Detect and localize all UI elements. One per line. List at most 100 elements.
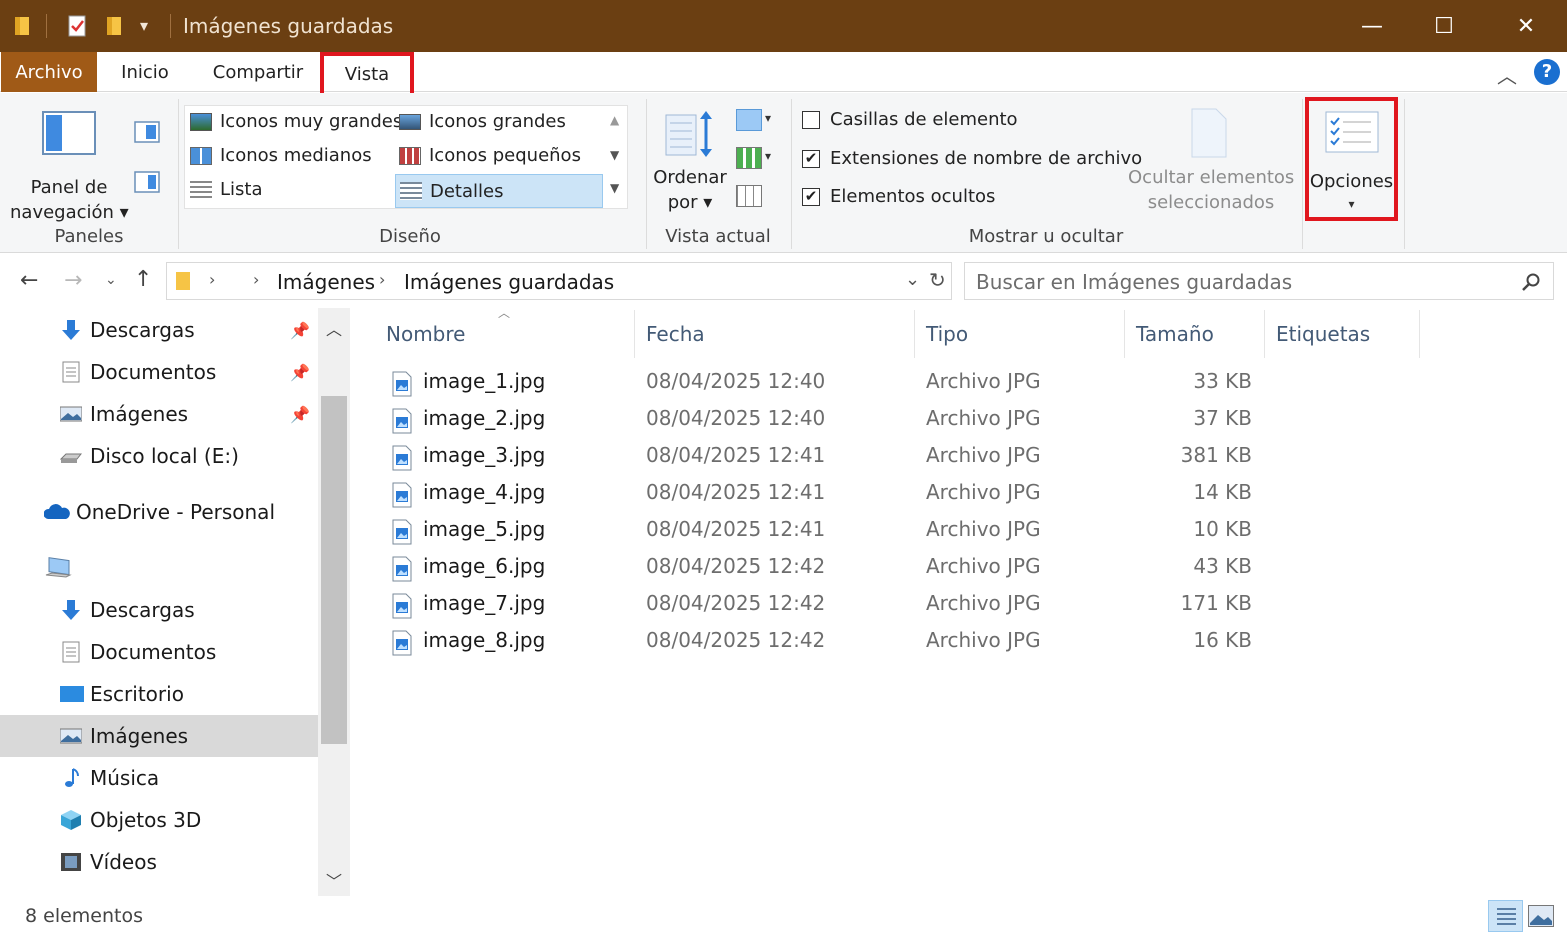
- minimize-button[interactable]: —: [1336, 0, 1408, 52]
- table-row[interactable]: image_5.jpg 08/04/2025 12:41 Archivo JPG 10…: [376, 517, 1276, 554]
- table-row[interactable]: image_1.jpg 08/04/2025 12:40 Archivo JPG 33…: [376, 369, 1276, 406]
- table-row[interactable]: image_7.jpg 08/04/2025 12:42 Archivo JPG 17…: [376, 591, 1276, 628]
- maximize-button[interactable]: ☐: [1408, 0, 1480, 52]
- recent-locations-dropdown[interactable]: ⌄: [105, 272, 117, 288]
- properties-icon[interactable]: [66, 14, 88, 38]
- address-bar[interactable]: › › Imágenes › Imágenes guardadas ⌄ ↻: [166, 262, 952, 300]
- refresh-icon[interactable]: ↻: [929, 268, 946, 292]
- sort-by-button[interactable]: Ordenar por ▾: [652, 105, 728, 220]
- ribbon-body: Panel de navegación ▾ Paneles Iconos muy…: [0, 93, 1567, 253]
- details-view-button[interactable]: [1488, 900, 1523, 932]
- hide-selected-button[interactable]: Ocultar elementos seleccionados: [1128, 105, 1294, 220]
- group-by-icon[interactable]: [736, 109, 762, 131]
- table-row[interactable]: image_4.jpg 08/04/2025 12:41 Archivo JPG 14…: [376, 480, 1276, 517]
- layout-medium-icons[interactable]: Iconos medianos: [190, 145, 372, 166]
- file-name: image_6.jpg: [423, 554, 546, 578]
- details-view-icon: [1497, 908, 1516, 925]
- nav-item-this-pc[interactable]: [0, 547, 318, 589]
- gallery-scroll-down[interactable]: ▼: [610, 148, 619, 162]
- column-header-size[interactable]: Tamaño: [1136, 310, 1256, 358]
- options-button[interactable]: Opciones ▾: [1305, 97, 1398, 221]
- table-row[interactable]: image_2.jpg 08/04/2025 12:40 Archivo JPG 37…: [376, 406, 1276, 443]
- nav-item-local-disk[interactable]: Disco local (E:): [0, 435, 318, 477]
- cloud-icon: [43, 501, 70, 523]
- address-dropdown[interactable]: ⌄: [905, 269, 920, 290]
- pin-icon[interactable]: 📌: [290, 363, 310, 382]
- table-row[interactable]: image_3.jpg 08/04/2025 12:41 Archivo JPG 38…: [376, 443, 1276, 480]
- breadcrumb-separator[interactable]: ›: [209, 270, 215, 289]
- table-row[interactable]: image_6.jpg 08/04/2025 12:42 Archivo JPG 43…: [376, 554, 1276, 591]
- layout-small-icons[interactable]: Iconos pequeños: [399, 145, 581, 166]
- search-box[interactable]: Buscar en Imágenes guardadas: [964, 262, 1554, 300]
- folder-icon: [176, 272, 190, 290]
- back-button[interactable]: ←: [20, 268, 38, 293]
- item-checkboxes-toggle[interactable]: Casillas de elemento: [802, 109, 1018, 130]
- large-icons-view-button[interactable]: [1528, 905, 1554, 927]
- file-type: Archivo JPG: [926, 369, 1041, 393]
- scroll-up-icon[interactable]: ︿: [326, 316, 342, 340]
- tab-view[interactable]: Vista: [320, 52, 414, 97]
- hidden-items-toggle[interactable]: ✔ Elementos ocultos: [802, 186, 995, 207]
- video-icon: [60, 851, 82, 873]
- layout-list[interactable]: Lista: [190, 179, 263, 200]
- scroll-down-icon[interactable]: ﹀: [326, 868, 342, 892]
- layout-large-icons[interactable]: Iconos grandes: [399, 111, 566, 132]
- layout-xl-icons[interactable]: Iconos muy grandes: [190, 111, 402, 132]
- breadcrumb-separator[interactable]: ›: [379, 270, 385, 289]
- pin-icon[interactable]: 📌: [290, 321, 310, 340]
- table-row[interactable]: image_8.jpg 08/04/2025 12:42 Archivo JPG 16…: [376, 628, 1276, 665]
- nav-item-desktop[interactable]: Escritorio: [0, 673, 318, 715]
- breadcrumb-saved-images[interactable]: Imágenes guardadas: [404, 270, 614, 294]
- medium-icons-icon: [190, 146, 212, 165]
- xl-icons-icon: [190, 112, 212, 131]
- file-extensions-toggle[interactable]: ✔ Extensiones de nombre de archivo: [802, 148, 1142, 169]
- forward-button[interactable]: →: [64, 268, 82, 293]
- gallery-scroll-up[interactable]: ▲: [610, 113, 619, 127]
- breadcrumb-images[interactable]: Imágenes: [277, 270, 375, 294]
- help-icon[interactable]: ?: [1534, 59, 1560, 85]
- checkbox-checked[interactable]: ✔: [802, 187, 820, 206]
- nav-item-downloads[interactable]: Descargas: [0, 589, 318, 631]
- nav-item-documents[interactable]: Documentos 📌: [0, 351, 318, 393]
- up-button[interactable]: ↑: [134, 267, 152, 292]
- nav-item-downloads[interactable]: Descargas 📌: [0, 309, 318, 351]
- nav-item-music[interactable]: Música: [0, 757, 318, 799]
- column-header-date[interactable]: Fecha: [646, 310, 906, 358]
- nav-scrollbar-thumb[interactable]: [321, 396, 347, 744]
- column-header-name[interactable]: Nombre: [386, 310, 626, 358]
- tab-home[interactable]: Inicio: [108, 52, 182, 92]
- layout-details[interactable]: Detalles: [395, 174, 603, 208]
- computer-icon: [44, 555, 72, 581]
- list-icon: [190, 180, 212, 199]
- window-title: Imágenes guardadas: [183, 14, 394, 38]
- tab-share[interactable]: Compartir: [202, 52, 314, 92]
- file-name: image_4.jpg: [423, 480, 546, 504]
- preview-pane-icon[interactable]: [134, 121, 160, 143]
- checkbox[interactable]: [802, 110, 820, 129]
- nav-pane-label: navegación ▾: [10, 202, 129, 223]
- new-folder-icon[interactable]: [104, 14, 126, 38]
- add-columns-icon[interactable]: [736, 147, 762, 169]
- size-columns-icon[interactable]: [736, 185, 762, 207]
- nav-item-pictures[interactable]: Imágenes: [0, 715, 318, 757]
- tab-file[interactable]: Archivo: [1, 52, 97, 92]
- breadcrumb-separator[interactable]: ›: [253, 270, 259, 289]
- download-icon: [60, 319, 82, 341]
- nav-item-pictures[interactable]: Imágenes 📌: [0, 393, 318, 435]
- close-button[interactable]: ✕: [1490, 0, 1562, 52]
- nav-item-onedrive[interactable]: OneDrive - Personal: [0, 491, 318, 533]
- details-pane-icon[interactable]: [134, 171, 160, 193]
- gallery-expand[interactable]: ▼: [610, 181, 619, 195]
- quick-access-dropdown[interactable]: ▾: [140, 16, 148, 35]
- checkbox-checked[interactable]: ✔: [802, 149, 820, 168]
- column-header-type[interactable]: Tipo: [926, 310, 1116, 358]
- file-date: 08/04/2025 12:41: [646, 480, 826, 504]
- nav-item-documents[interactable]: Documentos: [0, 631, 318, 673]
- collapse-ribbon-icon[interactable]: ︿: [1497, 60, 1517, 89]
- pin-icon[interactable]: 📌: [290, 405, 310, 424]
- navigation-pane-button[interactable]: Panel de navegación ▾: [10, 103, 130, 223]
- nav-item-videos[interactable]: Vídeos: [0, 841, 318, 883]
- nav-item-3d-objects[interactable]: Objetos 3D: [0, 799, 318, 841]
- jpg-file-icon: [392, 445, 412, 471]
- column-header-tags[interactable]: Etiquetas: [1276, 310, 1416, 358]
